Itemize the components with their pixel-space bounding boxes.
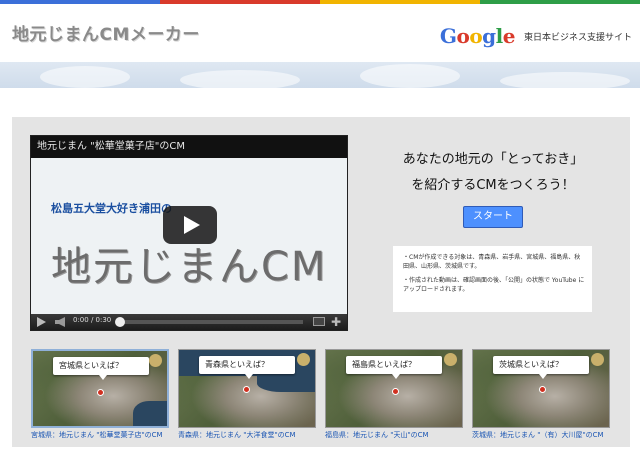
brand: Google 東日本ビジネス支援サイト — [440, 24, 632, 48]
brand-tagline: 東日本ビジネス支援サイト — [523, 32, 632, 43]
top-color-bar — [0, 0, 640, 4]
mascot-icon — [591, 353, 604, 366]
topbar-segment-blue — [0, 0, 160, 4]
thumbnail-callout: 茨城県といえば？ — [493, 356, 589, 379]
video-frame[interactable]: 松島五大堂大好き浦田の 地元じまんCM — [31, 158, 347, 314]
logo-letter: e — [502, 24, 516, 48]
progress-handle[interactable] — [115, 317, 125, 327]
notes-box: ・CMが作成できる対象は、青森県、岩手県、宮城県、福島県、秋田県、山形県、茨城県… — [393, 246, 592, 312]
topbar-segment-yellow — [320, 0, 480, 4]
map-pin-icon — [539, 386, 546, 393]
start-button[interactable]: スタート — [463, 206, 523, 228]
progress-track[interactable] — [117, 320, 303, 324]
logo-letter: o — [469, 24, 483, 48]
thumbnail-caption-link[interactable]: 宮城県：地元じまん "松華堂菓子店"のCM — [31, 430, 163, 440]
thumbnail-callout: 宮城県といえば？ — [53, 357, 149, 380]
video-title[interactable]: 地元じまん "松華堂菓子店"のCM — [31, 136, 347, 158]
note-item: ・作成された動画は、確認画面の後、「公開」の状態で YouTube にアップロー… — [403, 277, 585, 293]
player-controls: 0:00 / 0:30 ✚ — [31, 314, 347, 330]
example-thumbnail[interactable]: 茨城県といえば？ — [472, 349, 610, 428]
thumbnail-callout: 青森県といえば？ — [199, 356, 295, 379]
example-thumbnail[interactable]: 青森県といえば？ — [178, 349, 316, 428]
play-icon[interactable] — [37, 317, 46, 327]
google-logo[interactable]: Google — [439, 24, 516, 48]
site-title[interactable]: 地元じまんCMメーカー — [12, 20, 200, 45]
topbar-segment-red — [160, 0, 320, 4]
logo-letter: o — [456, 24, 470, 48]
thumbnail-caption-link[interactable]: 茨城県：地元じまん "（有）大川屋"のCM — [472, 430, 604, 440]
map-pin-icon — [392, 388, 399, 395]
mascot-icon — [297, 353, 310, 366]
map-pin-icon — [243, 386, 250, 393]
example-thumbnail[interactable]: 宮城県といえば？ — [31, 349, 169, 428]
mascot-icon — [444, 353, 457, 366]
player-size-icon[interactable] — [313, 317, 325, 326]
thumbnail-caption-link[interactable]: 福島県：地元じまん "天山"のCM — [325, 430, 429, 440]
mascot-icon — [149, 354, 162, 367]
thumbnail-caption-link[interactable]: 青森県：地元じまん "大洋食堂"のCM — [178, 430, 296, 440]
header-banner — [0, 62, 640, 88]
logo-letter: g — [482, 24, 496, 48]
promo-line-2: を紹介するCMをつくろう！ — [411, 178, 575, 193]
map-pin-icon — [97, 389, 104, 396]
example-thumbnail[interactable]: 福島県といえば？ — [325, 349, 463, 428]
note-item: ・CMが作成できる対象は、青森県、岩手県、宮城県、福島県、秋田県、山形県、茨城県… — [403, 254, 581, 270]
time-readout: 0:00 / 0:30 — [73, 316, 112, 324]
thumbnail-callout: 福島県といえば？ — [346, 356, 442, 379]
fullscreen-icon[interactable]: ✚ — [330, 316, 342, 328]
logo-letter: l — [495, 24, 504, 48]
logo-letter: G — [439, 24, 457, 48]
promo-line-1: あなたの地元の「とっておき」 — [402, 152, 584, 167]
video-player[interactable]: 地元じまん "松華堂菓子店"のCM 松島五大堂大好き浦田の 地元じまんCM 0:… — [30, 135, 348, 331]
volume-icon[interactable] — [55, 317, 65, 327]
topbar-segment-green — [480, 0, 640, 4]
video-frame-subtitle: 松島五大堂大好き浦田の — [51, 202, 172, 215]
play-overlay-button[interactable] — [163, 206, 217, 244]
